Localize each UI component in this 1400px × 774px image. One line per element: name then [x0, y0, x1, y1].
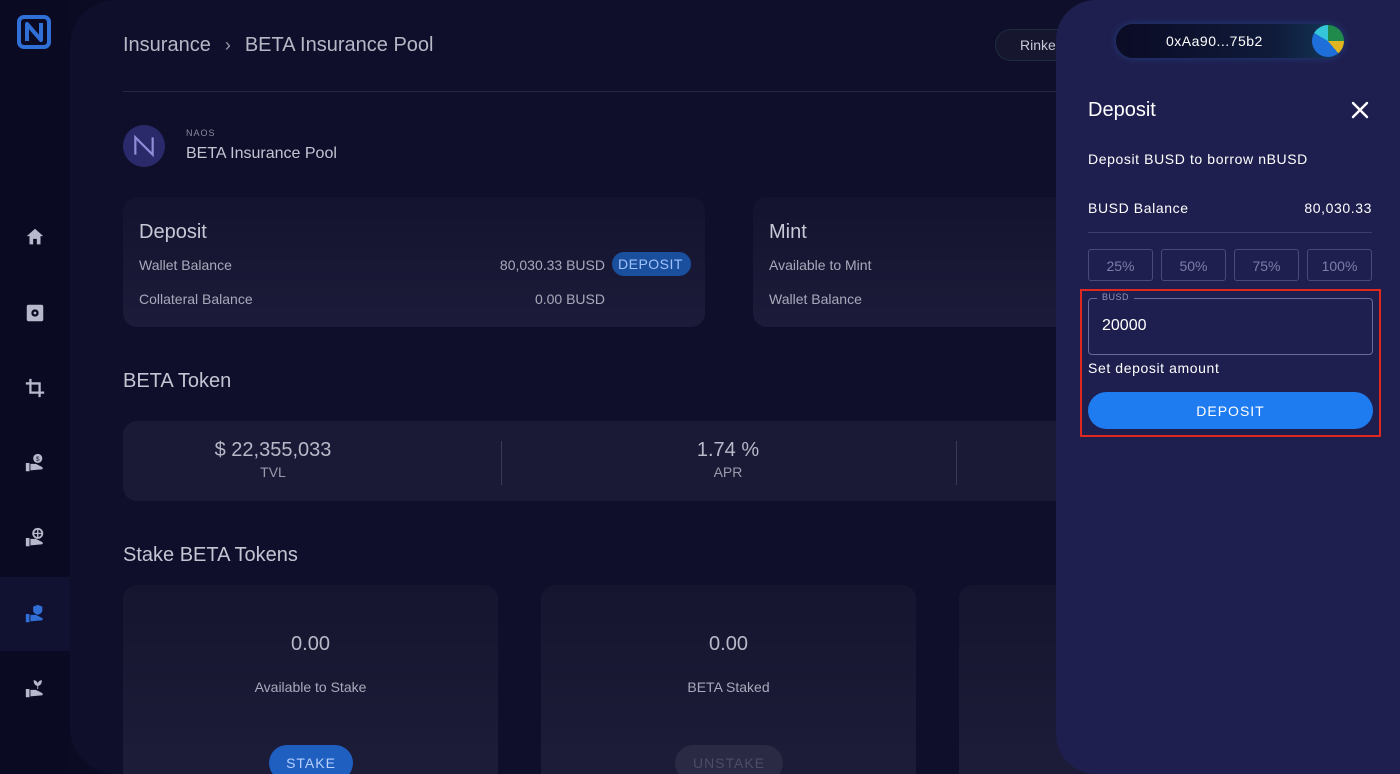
- deposit-drawer: 0xAa90...75b2 Deposit Deposit BUSD to bo…: [1056, 0, 1400, 774]
- stat-tvl: $ 22,355,033 TVL: [193, 439, 353, 480]
- close-button[interactable]: [1348, 98, 1372, 122]
- beta-staked-card: 0.00 BETA Staked UNSTAKE: [541, 585, 916, 774]
- sidebar-item-grow[interactable]: [0, 652, 70, 726]
- breadcrumb-root[interactable]: Insurance: [123, 34, 211, 57]
- sidebar-item-home[interactable]: [0, 200, 70, 274]
- sidebar-item-global[interactable]: [0, 501, 70, 575]
- amount-legend: BUSD: [1097, 292, 1135, 302]
- sidebar-item-crop[interactable]: [0, 351, 70, 425]
- deposit-submit-button[interactable]: DEPOSIT: [1088, 392, 1373, 429]
- stat-divider: [956, 441, 957, 485]
- sidebar-item-earn[interactable]: $: [0, 426, 70, 500]
- available-to-stake-card: 0.00 Available to Stake STAKE: [123, 585, 498, 774]
- collateral-balance-value: 0.00 BUSD: [534, 291, 605, 307]
- pool-org: NAOS: [186, 128, 216, 138]
- wallet-address: 0xAa90...75b2: [1166, 33, 1263, 49]
- busd-balance-label: BUSD Balance: [1088, 200, 1189, 216]
- close-icon: [1351, 101, 1369, 119]
- collateral-balance-label: Collateral Balance: [139, 291, 253, 307]
- unstake-button[interactable]: UNSTAKE: [675, 745, 783, 774]
- available-to-stake-value: 0.00: [291, 633, 330, 655]
- beta-staked-value: 0.00: [709, 633, 748, 655]
- crop-icon: [25, 378, 45, 398]
- naos-logo-icon[interactable]: [17, 15, 51, 49]
- deposit-chip-button[interactable]: DEPOSIT: [612, 252, 691, 276]
- sidebar-item-insurance[interactable]: [0, 577, 70, 651]
- pool-logo-icon: [123, 125, 165, 167]
- wallet-button[interactable]: 0xAa90...75b2: [1116, 24, 1344, 58]
- wallet-balance-label: Wallet Balance: [139, 257, 232, 273]
- breadcrumb-current: BETA Insurance Pool: [244, 34, 434, 56]
- mint-card-title: Mint: [769, 221, 807, 243]
- hand-dollar-icon: $: [25, 453, 43, 472]
- breadcrumb-separator: ›: [224, 35, 231, 55]
- busd-balance-value: 80,030.33: [1304, 200, 1372, 216]
- home-icon: [26, 228, 44, 245]
- available-to-stake-label: Available to Stake: [254, 679, 367, 695]
- sidebar: $: [0, 0, 70, 774]
- drawer-subtitle: Deposit BUSD to borrow nBUSD: [1088, 151, 1308, 167]
- deposit-helper-text: Set deposit amount: [1088, 360, 1220, 376]
- stat-apr-value: 1.74 %: [696, 439, 760, 461]
- pool-name: BETA Insurance Pool: [186, 145, 337, 162]
- header-divider: [123, 91, 1123, 92]
- hand-globe-icon: [25, 527, 44, 547]
- wallet-avatar-icon: [1312, 25, 1344, 57]
- deposit-amount-input[interactable]: [1102, 317, 1362, 335]
- deposit-card: Deposit Wallet Balance 80,030.33 BUSD DE…: [123, 197, 705, 327]
- beta-staked-label: BETA Staked: [687, 679, 770, 695]
- breadcrumb: Insurance › BETA Insurance Pool: [123, 34, 433, 57]
- stat-apr: 1.74 % APR: [648, 439, 808, 480]
- hand-plant-icon: [25, 680, 43, 698]
- stake-button[interactable]: STAKE: [269, 745, 353, 774]
- stat-divider: [501, 441, 502, 485]
- amount-field[interactable]: BUSD: [1088, 292, 1373, 355]
- percent-100-button[interactable]: 100%: [1307, 249, 1372, 281]
- drawer-title: Deposit: [1088, 99, 1156, 121]
- drawer-divider: [1088, 232, 1372, 233]
- available-to-mint-label: Available to Mint: [769, 257, 872, 273]
- percent-25-button[interactable]: 25%: [1088, 249, 1153, 281]
- wallet-balance-value: 80,030.33 BUSD: [499, 257, 605, 273]
- token-stats-bar: $ 22,355,033 TVL 1.74 % APR: [123, 421, 1133, 501]
- stat-tvl-label: TVL: [260, 464, 286, 480]
- token-section-title: BETA Token: [123, 370, 232, 392]
- stat-apr-label: APR: [713, 464, 743, 480]
- mint-wallet-balance-label: Wallet Balance: [769, 291, 862, 307]
- deposit-card-title: Deposit: [139, 221, 207, 243]
- hand-shield-icon: [25, 604, 43, 623]
- percent-75-button[interactable]: 75%: [1234, 249, 1299, 281]
- sidebar-item-vault[interactable]: [0, 276, 70, 350]
- svg-text:$: $: [36, 456, 40, 463]
- stake-section-title: Stake BETA Tokens: [123, 544, 298, 566]
- stat-tvl-value: $ 22,355,033: [214, 439, 332, 461]
- vault-icon: [26, 304, 44, 322]
- percent-50-button[interactable]: 50%: [1161, 249, 1226, 281]
